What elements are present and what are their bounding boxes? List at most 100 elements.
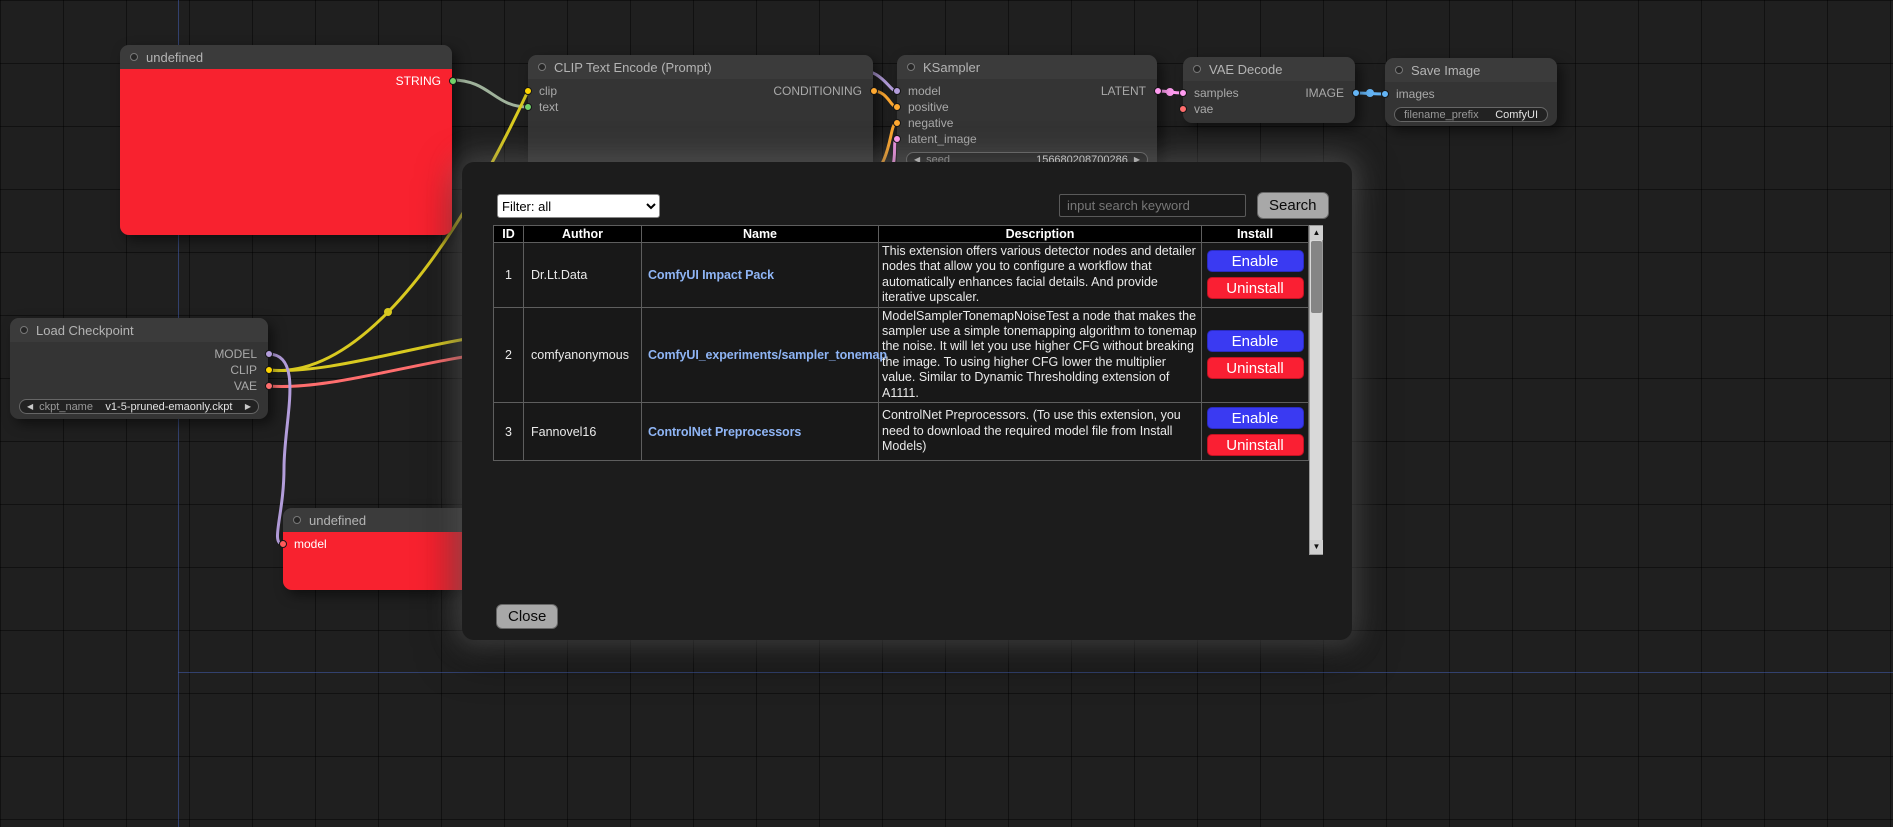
node-undefined-top[interactable]: undefined STRING (120, 45, 452, 235)
enable-button[interactable]: Enable (1207, 330, 1304, 352)
input-slot-images[interactable] (1381, 90, 1389, 98)
output-slot-clip[interactable] (265, 366, 273, 374)
table-row: 3 Fannovel16 ControlNet Preprocessors Co… (494, 403, 1309, 461)
wire-dot-image (1366, 89, 1374, 97)
input-label-negative: negative (908, 116, 953, 130)
output-label-clip: CLIP (230, 363, 257, 377)
output-label-conditioning: CONDITIONING (773, 84, 862, 98)
output-label-latent: LATENT (1101, 84, 1146, 98)
output-slot-conditioning[interactable] (870, 87, 878, 95)
output-slot-vae[interactable] (265, 382, 273, 390)
output-label-model: MODEL (214, 347, 257, 361)
node-save-image[interactable]: Save Image images filename_prefix ComfyU… (1385, 58, 1557, 126)
node-title-bar[interactable]: KSampler (897, 55, 1157, 79)
node-title: CLIP Text Encode (Prompt) (554, 60, 712, 75)
node-collapse-icon[interactable] (907, 63, 915, 71)
node-collapse-icon[interactable] (130, 53, 138, 61)
input-slot-model[interactable] (279, 540, 287, 548)
input-label-samples: samples (1194, 86, 1239, 100)
node-collapse-icon[interactable] (1395, 66, 1403, 74)
output-slot-string[interactable] (449, 77, 457, 85)
uninstall-button[interactable]: Uninstall (1207, 357, 1304, 379)
output-label-vae: VAE (234, 379, 257, 393)
node-title: KSampler (923, 60, 980, 75)
close-button[interactable]: Close (496, 604, 558, 629)
wire-dot-clip (384, 308, 392, 316)
extension-link[interactable]: ControlNet Preprocessors (648, 425, 801, 439)
cell-id: 2 (494, 307, 524, 402)
widget-left-arrow-icon[interactable]: ◀ (27, 402, 33, 411)
table-row: 2 comfyanonymous ComfyUI_experiments/sam… (494, 307, 1309, 402)
input-slot-text[interactable] (524, 103, 532, 111)
node-collapse-icon[interactable] (20, 326, 28, 334)
wire-dot-latent (1166, 88, 1174, 96)
scroll-up-icon[interactable]: ▲ (1310, 226, 1323, 240)
input-slot-clip[interactable] (524, 87, 532, 95)
cell-description: ControlNet Preprocessors. (To use this e… (879, 403, 1202, 461)
node-collapse-icon[interactable] (1193, 65, 1201, 73)
cell-id: 1 (494, 243, 524, 308)
node-load-checkpoint[interactable]: Load Checkpoint MODEL CLIP VAE ◀ ckpt_na… (10, 318, 268, 419)
widget-right-arrow-icon[interactable]: ▶ (245, 402, 251, 411)
cell-author: Dr.Lt.Data (524, 243, 642, 308)
input-slot-latent-image[interactable] (893, 135, 901, 143)
output-slot-model[interactable] (265, 350, 273, 358)
input-label-vae: vae (1194, 102, 1213, 116)
table-scrollbar[interactable]: ▲ ▼ (1309, 225, 1323, 555)
extension-list-scroll-area: ID Author Name Description Install 1 Dr.… (493, 225, 1323, 555)
cell-author: comfyanonymous (524, 307, 642, 402)
col-header-install: Install (1202, 226, 1309, 243)
node-title: undefined (309, 513, 366, 528)
extension-table: ID Author Name Description Install 1 Dr.… (493, 225, 1309, 461)
ckpt-name-widget[interactable]: ◀ ckpt_name v1-5-pruned-emaonly.ckpt ▶ (19, 399, 259, 414)
output-slot-latent[interactable] (1154, 87, 1162, 95)
node-title: VAE Decode (1209, 62, 1282, 77)
node-title: Load Checkpoint (36, 323, 134, 338)
input-label-latent-image: latent_image (908, 132, 977, 146)
node-title: undefined (146, 50, 203, 65)
node-title-bar[interactable]: VAE Decode (1183, 57, 1355, 81)
filter-select[interactable]: Filter: all (497, 194, 660, 218)
search-input[interactable] (1059, 194, 1246, 217)
node-vae-decode[interactable]: VAE Decode samples IMAGE vae (1183, 57, 1355, 123)
node-title-bar[interactable]: CLIP Text Encode (Prompt) (528, 55, 873, 79)
input-slot-vae[interactable] (1179, 105, 1187, 113)
node-title: Save Image (1411, 63, 1480, 78)
output-label-string: STRING (396, 74, 441, 88)
output-slot-image[interactable] (1352, 89, 1360, 97)
input-label-positive: positive (908, 100, 949, 114)
workflow-canvas[interactable]: undefined STRING CLIP Text Encode (Promp… (0, 0, 1893, 827)
scrollbar-thumb[interactable] (1311, 241, 1322, 313)
input-slot-model[interactable] (893, 87, 901, 95)
ckpt-name-label: ckpt_name (39, 401, 93, 413)
table-row: 1 Dr.Lt.Data ComfyUI Impact Pack This ex… (494, 243, 1309, 308)
node-title-bar[interactable]: Save Image (1385, 58, 1557, 82)
input-slot-negative[interactable] (893, 119, 901, 127)
filename-prefix-widget[interactable]: filename_prefix ComfyUI (1394, 107, 1548, 122)
extension-link[interactable]: ComfyUI_experiments/sampler_tonemap (648, 348, 887, 362)
filename-prefix-value: ComfyUI (1485, 109, 1538, 121)
cell-description: ModelSamplerTonemapNoiseTest a node that… (879, 307, 1202, 402)
search-button[interactable]: Search (1257, 192, 1329, 219)
uninstall-button[interactable]: Uninstall (1207, 277, 1304, 299)
col-header-description: Description (879, 226, 1202, 243)
input-slot-samples[interactable] (1179, 89, 1187, 97)
enable-button[interactable]: Enable (1207, 250, 1304, 272)
col-header-id: ID (494, 226, 524, 243)
uninstall-button[interactable]: Uninstall (1207, 434, 1304, 456)
extension-link[interactable]: ComfyUI Impact Pack (648, 268, 774, 282)
node-collapse-icon[interactable] (538, 63, 546, 71)
table-header-row: ID Author Name Description Install (494, 226, 1309, 243)
cell-description: This extension offers various detector n… (879, 243, 1202, 308)
node-title-bar[interactable]: undefined (120, 45, 452, 69)
node-collapse-icon[interactable] (293, 516, 301, 524)
scroll-down-icon[interactable]: ▼ (1310, 540, 1323, 554)
col-header-author: Author (524, 226, 642, 243)
ckpt-name-value: v1-5-pruned-emaonly.ckpt (99, 401, 239, 413)
custom-nodes-manager-dialog: Filter: all Search ID Author Name Descri… (462, 162, 1352, 640)
node-title-bar[interactable]: Load Checkpoint (10, 318, 268, 342)
enable-button[interactable]: Enable (1207, 407, 1304, 429)
wire-string-to-text (452, 80, 528, 107)
input-slot-positive[interactable] (893, 103, 901, 111)
cell-id: 3 (494, 403, 524, 461)
